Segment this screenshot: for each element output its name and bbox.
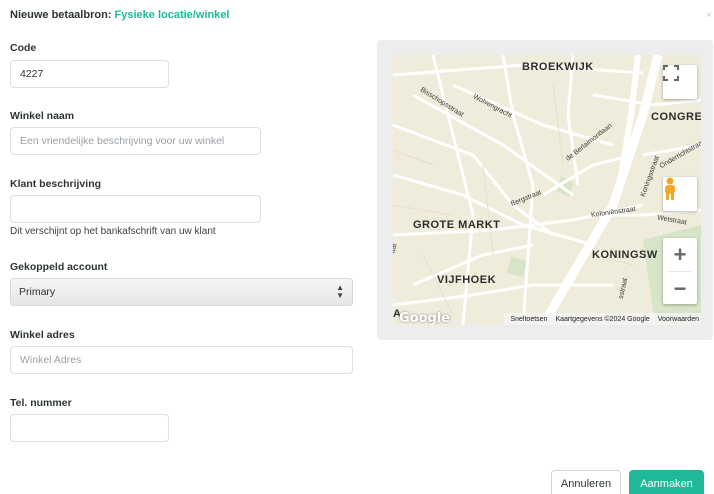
account-label: Gekoppeld account	[10, 261, 108, 273]
street-view-button[interactable]	[663, 177, 697, 211]
map[interactable]: BROEKWIJK CONGRE GROTE MARKT KONINGSW VI…	[393, 55, 701, 325]
title-type: Fysieke locatie/winkel	[114, 9, 230, 21]
shop-name-input[interactable]: Een vriendelijke beschrijving voor uw wi…	[10, 127, 261, 155]
close-icon[interactable]: ×	[706, 10, 712, 21]
attribution-bar: Sneltoetsen Kaartgegevens ©2024 Google V…	[504, 313, 701, 325]
district-label: VIJFHOEK	[437, 274, 497, 286]
client-desc-help: Dit verschijnt op het bankafschrift van …	[10, 226, 216, 237]
district-label: BROEKWIJK	[522, 61, 594, 73]
account-select[interactable]: Primary ▲ ▼	[10, 278, 353, 306]
phone-label: Tel. nummer	[10, 397, 72, 409]
account-selected: Primary	[19, 286, 56, 298]
shop-name-placeholder: Een vriendelijke beschrijving voor uw wi…	[20, 135, 225, 147]
dialog-title: Nieuwe betaalbron: Fysieke locatie/winke…	[10, 9, 229, 21]
terms-link[interactable]: Voorwaarden	[658, 316, 699, 323]
code-input[interactable]: 4227	[10, 60, 169, 88]
client-desc-label: Klant beschrijving	[10, 178, 102, 190]
address-input[interactable]: Winkel Adres	[10, 346, 353, 374]
select-arrows-icon: ▲ ▼	[336, 283, 344, 300]
code-value: 4227	[20, 68, 44, 80]
phone-input[interactable]	[10, 414, 169, 442]
map-data-text: Kaartgegevens ©2024 Google	[555, 315, 650, 323]
zoom-in-button[interactable]: +	[663, 238, 697, 271]
fullscreen-button[interactable]	[663, 65, 697, 99]
zoom-controls: + −	[663, 238, 697, 304]
address-placeholder: Winkel Adres	[20, 354, 82, 366]
code-label: Code	[10, 42, 37, 54]
district-label: KONINGSW	[592, 249, 658, 261]
cancel-button[interactable]: Annuleren	[551, 470, 621, 494]
keyboard-shortcuts-link[interactable]: Sneltoetsen	[510, 316, 547, 323]
map-attribution: Google Sneltoetsen Kaartgegevens ©2024 G…	[393, 311, 701, 325]
district-label: GROTE MARKT	[413, 219, 501, 231]
zoom-out-button[interactable]: −	[663, 272, 697, 305]
shop-name-label: Winkel naam	[10, 110, 75, 122]
create-button[interactable]: Aanmaken	[629, 470, 704, 494]
google-logo: Google	[399, 311, 451, 325]
district-label: CONGRE	[651, 111, 701, 123]
client-desc-input[interactable]	[10, 195, 261, 223]
address-label: Winkel adres	[10, 329, 75, 341]
title-prefix: Nieuwe betaalbron:	[10, 9, 112, 21]
